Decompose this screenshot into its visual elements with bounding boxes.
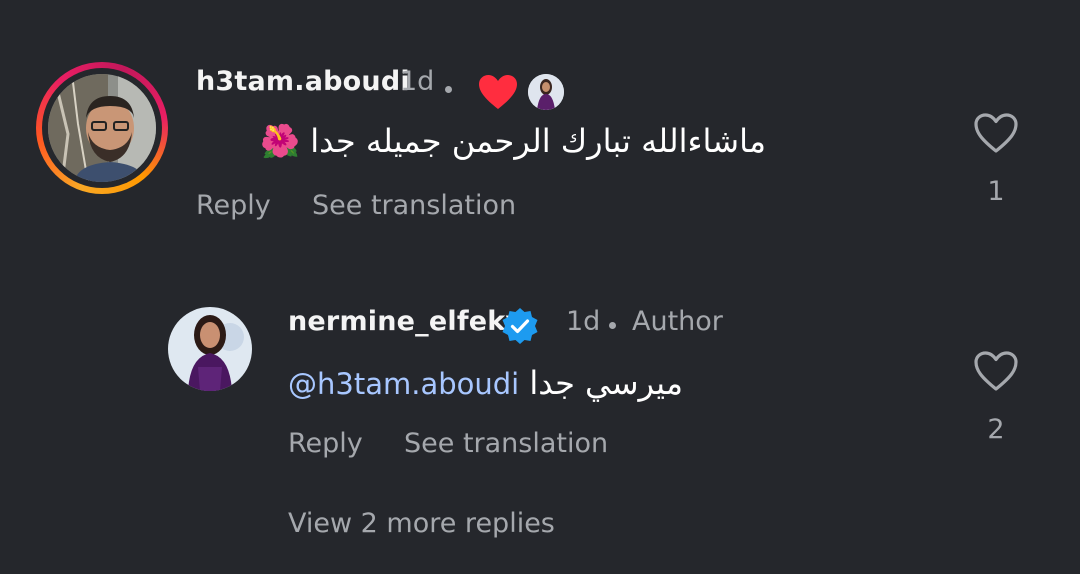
view-more-replies-button[interactable]: View 2 more replies xyxy=(288,508,555,539)
separator-dot xyxy=(445,86,452,93)
comment-body: @h3tam.aboudi ميرسي جدا xyxy=(288,364,728,402)
comment-text: ميرسي جدا xyxy=(529,364,683,402)
comment-time: 1d xyxy=(400,66,435,97)
heart-filled-icon xyxy=(478,74,518,114)
comment-text: ماشاءالله تبارك الرحمن جميله جدا 🌺 xyxy=(260,122,766,160)
avatar-h3tam[interactable] xyxy=(48,74,156,182)
see-translation-button[interactable]: See translation xyxy=(312,190,516,221)
heart-outline-icon[interactable] xyxy=(973,350,1019,396)
see-translation-button[interactable]: See translation xyxy=(404,428,608,459)
verified-badge-icon xyxy=(500,306,540,350)
author-badge: Author xyxy=(632,306,723,337)
comments-thread: h3tam.aboudi 1d ماشاءالله تبارك الرحمن ج… xyxy=(0,0,1080,574)
separator-dot xyxy=(609,322,616,329)
comment-time: 1d xyxy=(566,306,601,337)
reply-button[interactable]: Reply xyxy=(288,428,363,459)
like-count: 2 xyxy=(987,414,1005,445)
comment-username[interactable]: nermine_elfeky xyxy=(288,306,523,337)
like-count: 1 xyxy=(987,176,1005,207)
heart-outline-icon[interactable] xyxy=(973,112,1019,158)
comment-username[interactable]: h3tam.aboudi xyxy=(196,66,410,97)
author-liked-avatar xyxy=(528,74,564,110)
mention-link[interactable]: @h3tam.aboudi xyxy=(288,367,519,401)
reply-button[interactable]: Reply xyxy=(196,190,271,221)
avatar-nermine[interactable] xyxy=(168,307,252,391)
